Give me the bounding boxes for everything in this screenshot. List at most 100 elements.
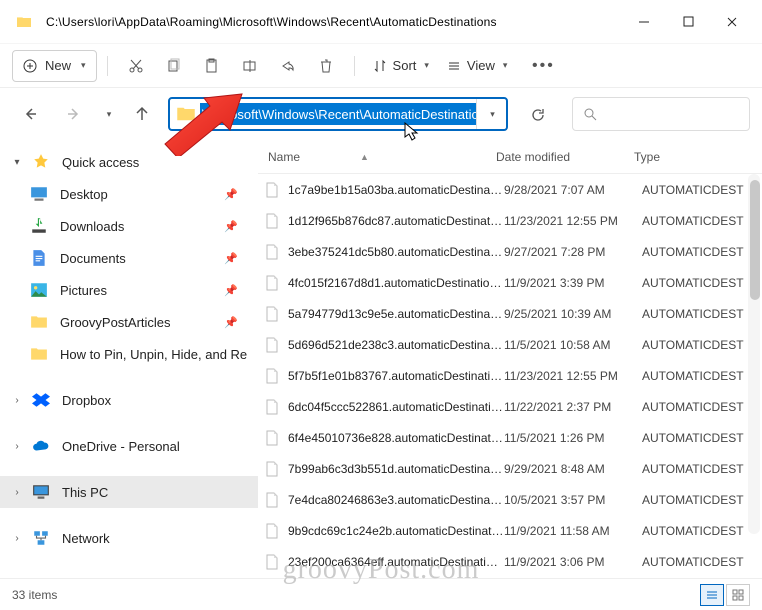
nav-row: ▾ \Microsoft\Windows\Recent\AutomaticDes… [0, 88, 762, 140]
sidebar-quick-access[interactable]: ▾ Quick access [0, 146, 258, 178]
file-row[interactable]: 5d696d521de238c3.automaticDestination...… [258, 329, 762, 360]
file-date: 11/22/2021 2:37 PM [504, 400, 642, 414]
documents-icon [30, 249, 48, 267]
new-button[interactable]: New ▾ [12, 50, 97, 82]
chevron-right-icon: › [8, 441, 26, 452]
file-row[interactable]: 5f7b5f1e01b83767.automaticDestinations..… [258, 360, 762, 391]
file-row[interactable]: 5a794779d13c9e5e.automaticDestination...… [258, 298, 762, 329]
back-button[interactable] [12, 96, 48, 132]
search-input[interactable] [572, 97, 750, 131]
thumbnails-view-button[interactable] [726, 584, 750, 606]
file-type: AUTOMATICDEST [642, 338, 762, 352]
file-type: AUTOMATICDEST [642, 493, 762, 507]
copy-icon [166, 58, 181, 73]
file-icon [264, 337, 280, 353]
column-type[interactable]: Type [634, 150, 762, 164]
copy-button[interactable] [156, 49, 192, 83]
sidebar-item-desktop[interactable]: Desktop 📌 [0, 178, 258, 210]
up-button[interactable] [124, 96, 160, 132]
sidebar-item-pictures[interactable]: Pictures 📌 [0, 274, 258, 306]
folder-icon [16, 14, 32, 30]
forward-button[interactable] [56, 96, 92, 132]
details-view-button[interactable] [700, 584, 724, 606]
address-dropdown[interactable]: ▾ [476, 99, 506, 129]
close-button[interactable] [710, 6, 754, 38]
sidebar-item-label: Quick access [62, 155, 250, 170]
rename-button[interactable] [232, 49, 268, 83]
chevron-right-icon: › [8, 395, 26, 406]
file-row[interactable]: 4fc015f2167d8d1.automaticDestinations-..… [258, 267, 762, 298]
status-bar: 33 items [0, 578, 762, 610]
rename-icon [242, 58, 257, 73]
file-row[interactable]: 6f4e45010736e828.automaticDestination...… [258, 422, 762, 453]
view-icon [447, 59, 461, 73]
desktop-icon [30, 185, 48, 203]
minimize-button[interactable] [622, 6, 666, 38]
scrollbar-thumb[interactable] [750, 180, 760, 300]
ellipsis-icon: ••• [532, 57, 555, 75]
address-bar[interactable]: \Microsoft\Windows\Recent\AutomaticDesti… [168, 97, 508, 131]
file-icon [264, 306, 280, 322]
file-row[interactable]: 7b99ab6c3d3b551d.automaticDestination...… [258, 453, 762, 484]
view-button[interactable]: View ▾ [439, 50, 515, 82]
sidebar-item-downloads[interactable]: Downloads 📌 [0, 210, 258, 242]
sidebar-item-label: Downloads [60, 219, 220, 234]
sidebar-item-label: Documents [60, 251, 220, 266]
pin-icon: 📌 [224, 188, 238, 201]
file-icon [264, 399, 280, 415]
sidebar-item-thispc[interactable]: › This PC [0, 476, 258, 508]
trash-icon [318, 58, 333, 73]
sidebar-item-network[interactable]: › Network [0, 522, 258, 554]
sidebar-item-dropbox[interactable]: › Dropbox [0, 384, 258, 416]
refresh-button[interactable] [520, 97, 556, 131]
column-name[interactable]: Name▲ [264, 150, 496, 164]
search-icon [583, 107, 597, 121]
sort-button[interactable]: Sort ▾ [365, 50, 437, 82]
sidebar-item-label: Pictures [60, 283, 220, 298]
file-row[interactable]: 6dc04f5ccc522861.automaticDestination...… [258, 391, 762, 422]
file-row[interactable]: 1d12f965b876dc87.automaticDestination...… [258, 205, 762, 236]
sort-asc-icon: ▲ [360, 152, 369, 162]
file-type: AUTOMATICDEST [642, 462, 762, 476]
address-text[interactable]: \Microsoft\Windows\Recent\AutomaticDesti… [200, 103, 476, 125]
sidebar-item-onedrive[interactable]: › OneDrive - Personal [0, 430, 258, 462]
more-button[interactable]: ••• [525, 49, 561, 83]
column-date[interactable]: Date modified [496, 150, 634, 164]
file-name: 5d696d521de238c3.automaticDestination... [288, 338, 504, 352]
sidebar-item-label: OneDrive - Personal [62, 439, 250, 454]
file-type: AUTOMATICDEST [642, 245, 762, 259]
file-list: 1c7a9be1b15a03ba.automaticDestination...… [258, 174, 762, 578]
folder-icon [30, 313, 48, 331]
paste-button[interactable] [194, 49, 230, 83]
arrow-right-icon [66, 106, 82, 122]
window-title: C:\Users\lori\AppData\Roaming\Microsoft\… [46, 15, 622, 29]
file-type: AUTOMATICDEST [642, 369, 762, 383]
delete-button[interactable] [308, 49, 344, 83]
file-row[interactable]: 3ebe375241dc5b80.automaticDestination...… [258, 236, 762, 267]
file-icon [264, 182, 280, 198]
network-icon [32, 529, 50, 547]
refresh-icon [531, 107, 546, 122]
chevron-down-icon: ▾ [503, 60, 508, 71]
recent-dropdown[interactable]: ▾ [100, 96, 116, 132]
sidebar-item-documents[interactable]: Documents 📌 [0, 242, 258, 274]
file-row[interactable]: 23ef200ca6364eff.automaticDestinations-.… [258, 546, 762, 577]
file-row[interactable]: 9b9cdc69c1c24e2b.automaticDestination...… [258, 515, 762, 546]
pin-icon: 📌 [224, 220, 238, 233]
folder-icon [176, 104, 196, 124]
file-type: AUTOMATICDEST [642, 431, 762, 445]
sidebar-item-folder[interactable]: GroovyPostArticles 📌 [0, 306, 258, 338]
sidebar-item-folder[interactable]: How to Pin, Unpin, Hide, and Re [0, 338, 258, 370]
file-date: 9/25/2021 10:39 AM [504, 307, 642, 321]
file-row[interactable]: 1c7a9be1b15a03ba.automaticDestination...… [258, 174, 762, 205]
file-name: 5f7b5f1e01b83767.automaticDestinations..… [288, 369, 504, 383]
file-row[interactable]: 7e4dca80246863e3.automaticDestination...… [258, 484, 762, 515]
arrow-up-icon [134, 106, 150, 122]
file-type: AUTOMATICDEST [642, 214, 762, 228]
file-type: AUTOMATICDEST [642, 555, 762, 569]
cut-button[interactable] [118, 49, 154, 83]
maximize-button[interactable] [666, 6, 710, 38]
sidebar-item-label: Network [62, 531, 250, 546]
share-button[interactable] [270, 49, 306, 83]
chevron-right-icon: › [8, 533, 26, 544]
